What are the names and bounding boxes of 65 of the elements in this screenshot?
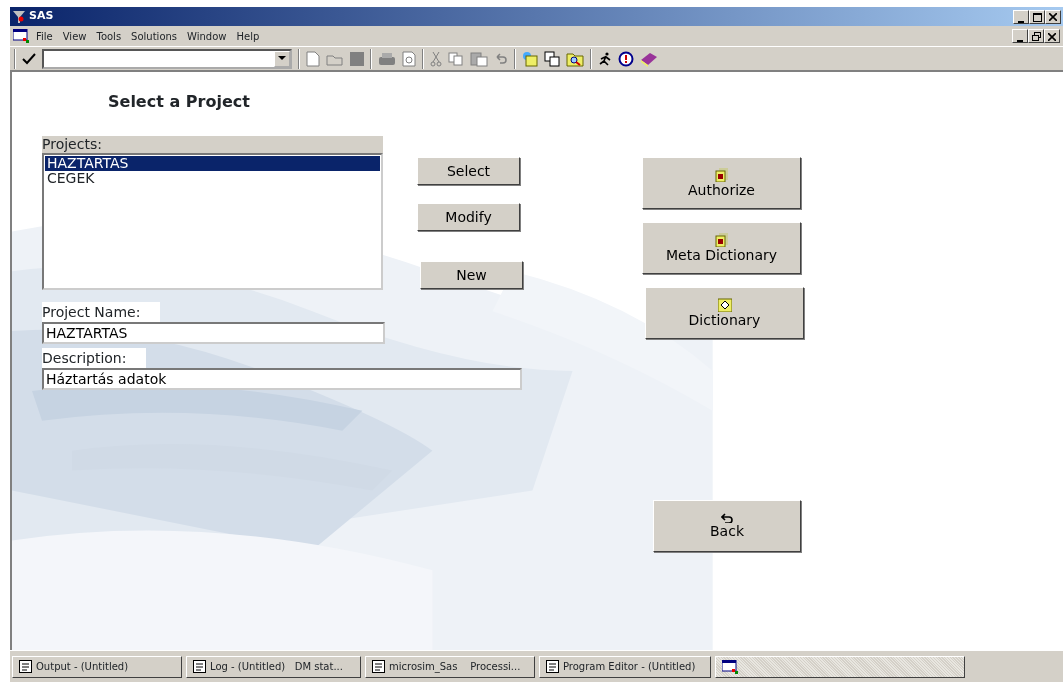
field-label: Description:: [42, 348, 147, 368]
exclamation-icon[interactable]: [618, 50, 634, 67]
list-label: Projects:: [42, 136, 383, 153]
running-figure-icon[interactable]: [598, 51, 612, 66]
maximize-button[interactable]: [1029, 9, 1045, 24]
paste-icon[interactable]: [470, 50, 488, 67]
minimize-icon: [1018, 20, 1024, 23]
menu-item[interactable]: View: [57, 28, 92, 44]
close-button[interactable]: [1044, 29, 1060, 43]
book-icon: [717, 297, 732, 312]
cabinet-icon: [714, 232, 729, 247]
restore-icon: [1031, 32, 1041, 41]
list-item[interactable]: HAZTARTAS: [45, 156, 380, 171]
restore-button[interactable]: [1028, 29, 1044, 43]
back-arrow-icon: [721, 512, 733, 523]
minimize-button[interactable]: [1013, 9, 1029, 24]
close-icon: [1049, 13, 1057, 21]
taskbar-button[interactable]: [715, 655, 965, 678]
menu-item[interactable]: Solutions: [126, 28, 183, 44]
new-file-icon[interactable]: [306, 50, 320, 67]
close-icon: [1048, 32, 1056, 41]
print-preview-icon[interactable]: [402, 50, 416, 67]
cabinet-icon: [714, 167, 729, 182]
app-icon: [12, 9, 26, 24]
taskbar-button[interactable]: Program Editor - (Untitled): [539, 655, 711, 678]
document-icon: [13, 29, 29, 43]
taskbar-button[interactable]: Log - (Untitled) DM stat...: [186, 655, 361, 678]
undo-icon[interactable]: [494, 52, 508, 65]
taskbar-button[interactable]: microsim_Sas Processi...: [365, 655, 535, 678]
form-title: Select a Project: [108, 91, 250, 113]
minimize-button[interactable]: [1012, 29, 1028, 43]
field-label: Project Name:: [42, 302, 161, 322]
description-field[interactable]: Háztartás adatok: [42, 368, 522, 390]
menu-item[interactable]: Tools: [91, 28, 127, 44]
project-list[interactable]: HAZTARTAS CEGEK: [42, 153, 383, 290]
minimize-icon: [1017, 40, 1023, 42]
windows-icon[interactable]: [544, 50, 560, 67]
folder-search-icon[interactable]: [566, 50, 584, 67]
side-button[interactable]: Authorize: [642, 157, 801, 209]
printer-icon[interactable]: [378, 51, 396, 66]
close-button[interactable]: [1045, 9, 1061, 24]
action-button[interactable]: Modify: [417, 203, 520, 231]
app-icon: [722, 659, 738, 674]
side-button[interactable]: Dictionary: [645, 287, 804, 339]
copy-icon[interactable]: [448, 51, 464, 66]
action-button[interactable]: New: [420, 261, 523, 289]
window-icon: [372, 660, 385, 673]
project-name-field[interactable]: HAZTARTAS: [42, 322, 385, 344]
action-button[interactable]: Select: [417, 157, 520, 185]
taskbar-button[interactable]: Output - (Untitled): [12, 655, 182, 678]
window-icon: [193, 660, 206, 673]
menu-item[interactable]: File: [31, 28, 58, 44]
window-icon: [19, 660, 32, 673]
maximize-icon: [1032, 12, 1042, 22]
window-icon: [546, 660, 559, 673]
list-item[interactable]: CEGEK: [45, 171, 380, 186]
menu-item[interactable]: Help: [231, 28, 265, 44]
side-button[interactable]: Meta Dictionary: [642, 222, 801, 274]
command-field[interactable]: [42, 48, 292, 69]
square-icon[interactable]: [350, 51, 364, 66]
back-button[interactable]: Back: [653, 500, 801, 552]
menu-item[interactable]: Window: [182, 28, 232, 44]
checkmark-icon[interactable]: [22, 52, 36, 65]
help-book-icon[interactable]: [640, 50, 658, 67]
window-title: SAS: [29, 8, 54, 25]
